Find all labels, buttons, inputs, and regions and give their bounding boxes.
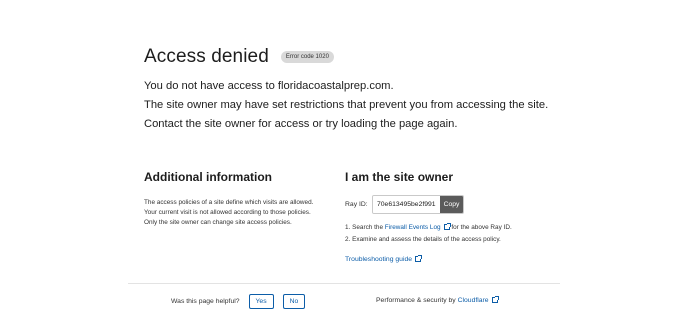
yes-button[interactable]: Yes — [248, 294, 274, 309]
step-1: 1. Search the Firewall Events Log for th… — [345, 222, 545, 234]
site-owner-heading: I am the site owner — [345, 170, 454, 184]
external-link-icon — [443, 223, 451, 231]
troubleshooting-guide-link[interactable]: Troubleshooting guide — [345, 255, 423, 263]
additional-line-1: The access policies of a site define whi… — [144, 199, 314, 206]
copy-button[interactable]: Copy — [439, 196, 464, 213]
message-line-1: You do not have access to floridacoastal… — [144, 80, 394, 92]
no-button[interactable]: No — [282, 294, 306, 309]
ray-id-label: Ray ID: — [345, 201, 368, 208]
troubleshooting-guide-label: Troubleshooting guide — [345, 256, 413, 263]
page-title: Access denied — [144, 46, 269, 67]
external-link-icon — [491, 296, 499, 304]
performance-credit: Performance & security by Cloudflare — [376, 296, 499, 304]
firewall-events-log-label: Firewall Events Log — [384, 224, 441, 231]
owner-steps: 1. Search the Firewall Events Log for th… — [345, 222, 545, 245]
additional-info-text: The access policies of a site define whi… — [144, 198, 339, 228]
ray-id-value[interactable]: 70e613495be2f991 — [373, 196, 440, 213]
step-1-prefix: 1. Search the — [345, 224, 385, 231]
step-1-suffix: for the above Ray ID. — [449, 224, 512, 231]
ray-id-box: 70e613495be2f991 Copy — [372, 195, 465, 214]
error-code-badge: Error code 1020 — [280, 51, 334, 63]
troubleshooting-row: Troubleshooting guide — [345, 255, 545, 263]
cloudflare-link[interactable]: Cloudflare — [457, 296, 499, 304]
additional-line-2: Your current visit is not allowed accord… — [144, 209, 311, 216]
additional-info-heading: Additional information — [144, 170, 272, 184]
feedback-row: Was this page helpful? Yes No — [171, 294, 314, 309]
step-2: 2. Examine and assess the details of the… — [345, 235, 501, 243]
cloudflare-label: Cloudflare — [457, 297, 489, 304]
footer-divider — [128, 283, 560, 284]
title-row: Access denied Error code 1020 — [144, 46, 564, 68]
firewall-events-log-link[interactable]: Firewall Events Log — [384, 223, 451, 231]
feedback-question: Was this page helpful? — [171, 298, 240, 305]
additional-info-section: Additional information The access polici… — [144, 170, 339, 228]
main-section: Access denied Error code 1020 You do not… — [144, 46, 564, 134]
message-line-3: Contact the site owner for access or try… — [144, 118, 458, 130]
site-owner-section: I am the site owner Ray ID: 70e613495be2… — [345, 170, 545, 263]
ray-id-row: Ray ID: 70e613495be2f991 Copy — [345, 195, 545, 214]
performance-prefix: Performance & security by — [376, 297, 458, 304]
additional-line-3: Only the site owner can change site acce… — [144, 219, 292, 226]
external-link-icon — [415, 255, 423, 263]
message-line-2: The site owner may have set restrictions… — [144, 99, 549, 111]
denied-message: You do not have access to floridacoastal… — [144, 77, 564, 134]
